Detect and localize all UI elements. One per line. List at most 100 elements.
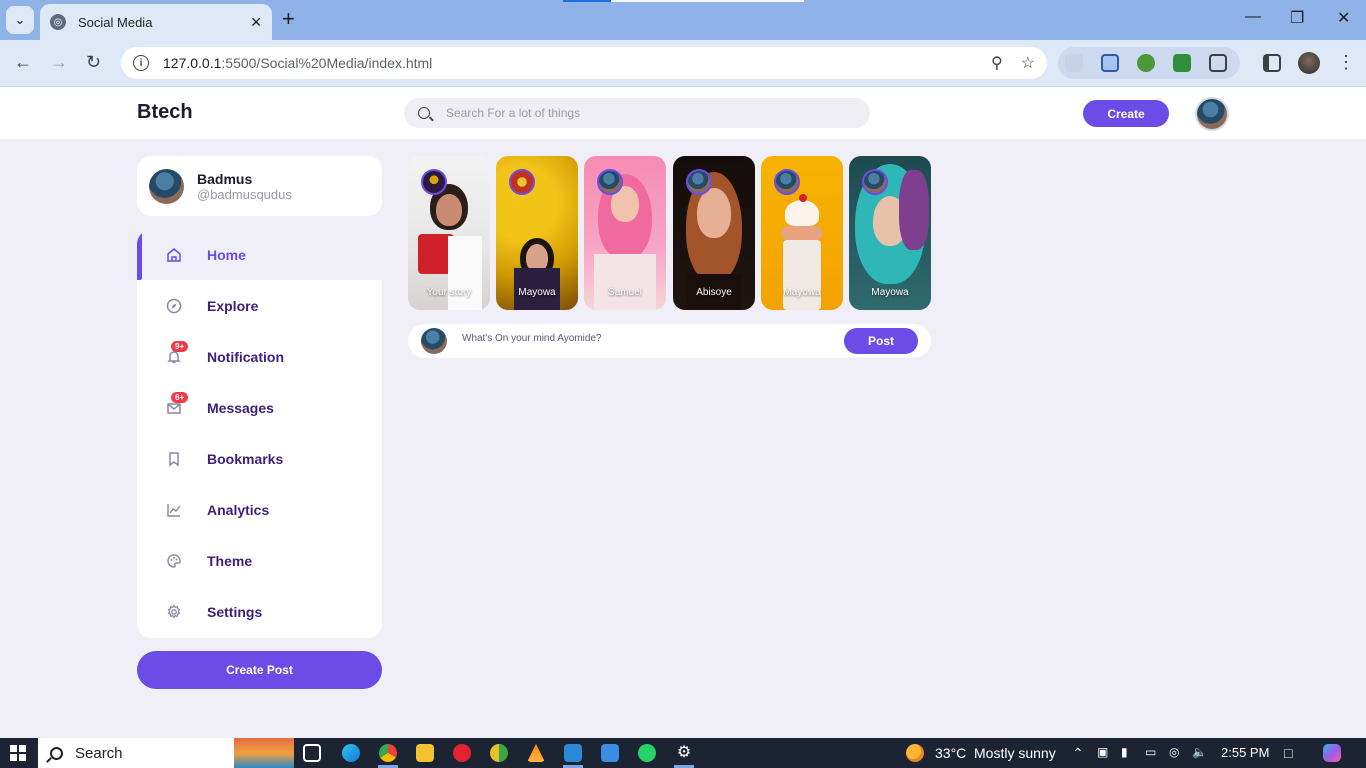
sidebar-item-label: Notification <box>207 349 284 365</box>
sidebar-item-home[interactable]: Home <box>137 230 382 280</box>
story-card[interactable]: Mayowa <box>496 156 578 310</box>
create-button[interactable]: Create <box>1083 100 1169 127</box>
browser-tab[interactable]: ◎ Social Media ✕ <box>40 4 272 40</box>
gear-icon <box>166 604 182 620</box>
notification-center-icon[interactable]: □ <box>1284 745 1292 761</box>
window-close-button[interactable]: ✕ <box>1337 8 1350 28</box>
create-post-button[interactable]: Create Post <box>137 651 382 689</box>
browser-profile-avatar[interactable] <box>1298 52 1320 74</box>
avatar[interactable] <box>1195 97 1229 131</box>
milkshake-jar <box>783 240 821 310</box>
globe-icon: ◎ <box>50 14 66 30</box>
sidebar-item-label: Bookmarks <box>207 451 284 467</box>
zoom-icon[interactable]: ⚲ <box>991 53 1003 73</box>
notification-badge: 9+ <box>171 341 189 352</box>
sidebar-item-label: Messages <box>207 400 274 416</box>
taskbar-search[interactable]: Search <box>38 738 234 768</box>
story-avatar <box>597 169 623 195</box>
windows-start-icon[interactable] <box>10 745 26 761</box>
whipped-cream <box>785 200 819 226</box>
network-icon[interactable]: ◎ <box>1169 745 1179 759</box>
sidebar-item-bookmarks[interactable]: Bookmarks <box>137 434 382 484</box>
weather-sun-icon[interactable] <box>906 744 924 762</box>
puzzle-icon[interactable] <box>1209 54 1227 72</box>
meet-now-icon[interactable]: ▣ <box>1097 745 1108 759</box>
cherry <box>799 194 807 202</box>
minimize-button[interactable]: — <box>1245 8 1261 26</box>
clock-time[interactable]: 2:55 PM <box>1221 745 1269 760</box>
whatsapp-icon[interactable] <box>638 744 656 762</box>
side-panel-icon[interactable] <box>1263 54 1281 72</box>
weather-temperature[interactable]: 33°C <box>935 745 966 761</box>
sidebar-item-explore[interactable]: Explore <box>137 281 382 331</box>
opera-icon[interactable] <box>453 744 471 762</box>
device-toolbar-icon[interactable] <box>1101 54 1119 72</box>
star-icon[interactable]: ☆ <box>1021 53 1035 73</box>
profile-name: Badmus <box>197 171 253 187</box>
story-name: Mayowa <box>871 287 909 298</box>
palette-icon <box>166 553 182 569</box>
story-card[interactable]: Your story <box>408 156 490 310</box>
search-input[interactable] <box>446 106 826 120</box>
messages-badge: 6+ <box>171 392 189 403</box>
volume-icon[interactable]: 🔈 <box>1192 745 1207 759</box>
story-card[interactable]: Samuel <box>584 156 666 310</box>
sidebar-item-theme[interactable]: Theme <box>137 536 382 586</box>
vscode-icon[interactable] <box>564 744 582 762</box>
sidebar-item-notification[interactable]: 9+ Notification <box>137 332 382 382</box>
story-name: Your story <box>426 287 472 298</box>
download-extension-icon[interactable] <box>1173 54 1191 72</box>
story-clothing <box>594 254 656 310</box>
sidebar-item-label: Analytics <box>207 502 270 518</box>
weather-description[interactable]: Mostly sunny <box>974 745 1056 761</box>
chrome-icon[interactable] <box>379 744 397 762</box>
forward-arrow-icon[interactable]: → <box>50 52 68 73</box>
compass-icon <box>166 298 182 314</box>
chart-icon <box>166 502 182 518</box>
sidebar-item-settings[interactable]: Settings <box>137 587 382 637</box>
edge-icon[interactable] <box>342 744 360 762</box>
story-card[interactable]: Abisoye <box>673 156 755 310</box>
tab-title: Social Media <box>78 14 153 30</box>
close-icon[interactable]: ✕ <box>250 14 262 31</box>
address-bar[interactable]: i 127.0.0.1:5500/Social%20Media/index.ht… <box>121 47 1047 79</box>
story-face <box>436 194 462 226</box>
todo-icon[interactable] <box>601 744 619 762</box>
taskbar-search-label: Search <box>75 744 123 762</box>
create-post-bar: Post <box>408 324 931 358</box>
bookmark-icon <box>166 451 182 467</box>
app-logo[interactable]: Btech <box>137 101 193 124</box>
sidebar-item-analytics[interactable]: Analytics <box>137 485 382 535</box>
react-devtools-icon[interactable] <box>1065 54 1083 72</box>
reload-icon[interactable]: ↻ <box>86 52 101 73</box>
widgets-icon[interactable] <box>234 738 294 768</box>
restore-button[interactable]: ❐ <box>1290 8 1304 28</box>
story-card[interactable]: Mayowa <box>761 156 843 310</box>
battery-icon[interactable]: ▮ <box>1121 745 1128 759</box>
story-avatar <box>686 169 712 195</box>
globe-extension-icon[interactable] <box>1137 54 1155 72</box>
task-view-icon[interactable] <box>303 744 321 762</box>
post-input[interactable] <box>462 333 832 344</box>
story-card[interactable]: Mayowa <box>849 156 931 310</box>
post-button[interactable]: Post <box>844 328 918 354</box>
flowers <box>899 170 929 250</box>
kebab-menu-icon[interactable]: ⋮ <box>1337 52 1355 73</box>
tab-strip-accent-light <box>611 0 804 2</box>
sidebar-item-label: Home <box>207 247 246 263</box>
site-info-icon[interactable]: i <box>133 55 149 71</box>
chevron-up-icon[interactable]: ⌃ <box>1072 745 1084 762</box>
back-arrow-icon[interactable]: ← <box>14 52 32 73</box>
story-clothing <box>448 236 482 310</box>
tab-search-button[interactable]: ⌄ <box>6 6 34 34</box>
new-tab-button[interactable]: + <box>282 8 295 30</box>
gear-icon[interactable]: ⚙ <box>675 744 693 762</box>
url-text[interactable]: 127.0.0.1:5500/Social%20Media/index.html <box>163 55 973 71</box>
sidebar-item-messages[interactable]: 6+ Messages <box>137 383 382 433</box>
monitor-icon[interactable]: ▭ <box>1145 745 1156 759</box>
profile-card[interactable]: Badmus @badmusqudus <box>137 156 382 216</box>
search-bar[interactable] <box>404 98 870 128</box>
browser-app-icon[interactable] <box>490 744 508 762</box>
copilot-icon[interactable] <box>1323 744 1341 762</box>
file-explorer-icon[interactable] <box>416 744 434 762</box>
